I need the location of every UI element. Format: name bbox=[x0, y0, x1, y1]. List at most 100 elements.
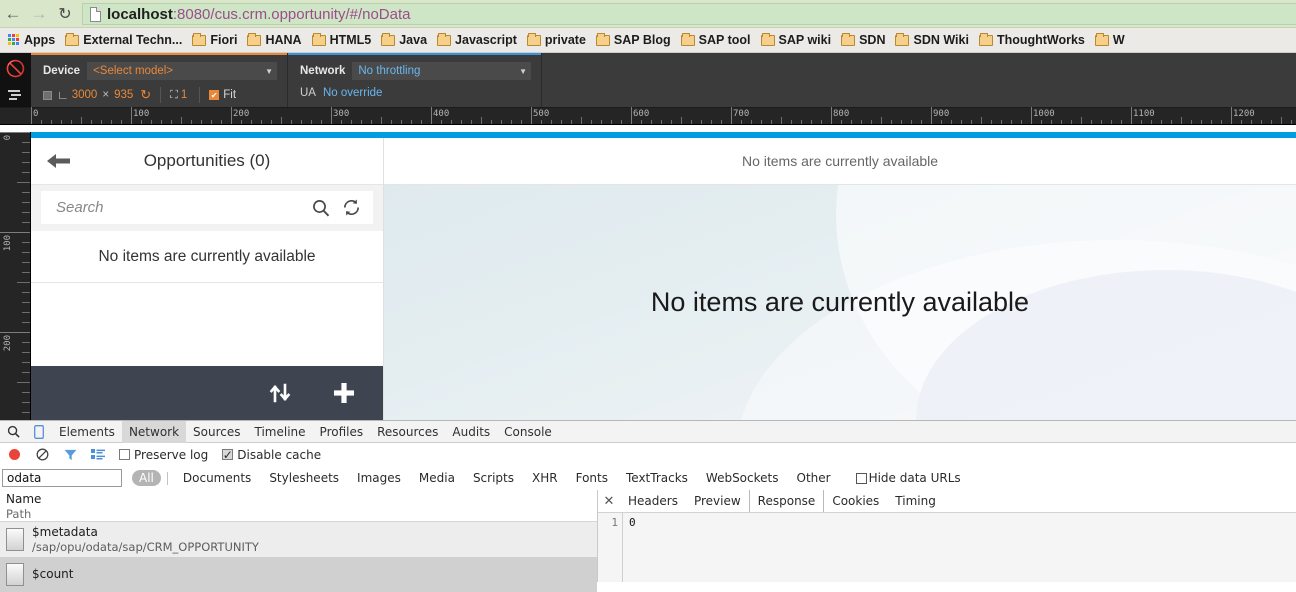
search-input[interactable]: Search bbox=[56, 199, 301, 216]
fit-checkbox[interactable]: ✔ bbox=[209, 90, 219, 100]
forward-arrow-icon[interactable]: → bbox=[26, 0, 52, 28]
filter-input[interactable] bbox=[2, 469, 122, 487]
close-icon[interactable]: ✕ bbox=[598, 494, 620, 509]
ruler-tick bbox=[0, 232, 30, 233]
request-list-header[interactable]: Name Path bbox=[0, 490, 597, 522]
tab-elements[interactable]: Elements bbox=[52, 421, 122, 443]
throttling-value: No throttling bbox=[358, 65, 420, 77]
tab-sources[interactable]: Sources bbox=[186, 421, 247, 443]
bookmark-item[interactable]: Fiori bbox=[188, 33, 243, 47]
type-filter-xhr[interactable]: XHR bbox=[523, 471, 567, 485]
search-bar[interactable]: Search bbox=[41, 191, 373, 224]
tab-cookies[interactable]: Cookies bbox=[824, 490, 887, 512]
tab-headers[interactable]: Headers bbox=[620, 490, 686, 512]
back-arrow-icon[interactable] bbox=[31, 151, 85, 171]
type-filter-fonts[interactable]: Fonts bbox=[567, 471, 617, 485]
bookmark-item[interactable]: Java bbox=[377, 33, 433, 47]
ruler-tick bbox=[22, 402, 30, 403]
record-icon[interactable] bbox=[9, 449, 20, 460]
filter-icon[interactable] bbox=[57, 449, 83, 461]
bookmark-item[interactable]: SAP wiki bbox=[757, 33, 838, 47]
url-host: localhost bbox=[107, 6, 173, 23]
ruler-tick bbox=[871, 120, 872, 124]
rotate-icon[interactable]: ↻ bbox=[140, 87, 151, 103]
preserve-log-checkbox[interactable]: Preserve log bbox=[119, 448, 208, 462]
ruler-tick bbox=[291, 120, 292, 124]
bookmark-item[interactable]: External Techn... bbox=[61, 33, 188, 47]
disable-cache-checkbox[interactable]: ✓ Disable cache bbox=[222, 448, 321, 462]
network-lines-icon[interactable] bbox=[8, 89, 24, 101]
table-row[interactable]: $count bbox=[0, 557, 597, 592]
bookmark-item[interactable]: HANA bbox=[243, 33, 307, 47]
ruler-tick-label: 0 bbox=[31, 109, 38, 119]
viewport-height[interactable]: 935 bbox=[114, 89, 133, 101]
chevron-down-icon: ▼ bbox=[519, 67, 527, 76]
bookmark-apps[interactable]: Apps bbox=[0, 33, 61, 47]
tab-preview[interactable]: Preview bbox=[686, 490, 749, 512]
tab-response[interactable]: Response bbox=[749, 490, 825, 512]
tab-console[interactable]: Console bbox=[497, 421, 559, 443]
type-filter-all[interactable]: All bbox=[132, 470, 161, 486]
table-row[interactable]: $metadata /sap/opu/odata/sap/CRM_OPPORTU… bbox=[0, 522, 597, 557]
search-icon[interactable] bbox=[311, 198, 331, 218]
type-filter-media[interactable]: Media bbox=[410, 471, 464, 485]
clear-icon[interactable] bbox=[29, 448, 55, 461]
ruler-tick-label: 1200 bbox=[1231, 109, 1255, 119]
zoom-value[interactable]: 1 bbox=[181, 89, 187, 101]
device-model-select[interactable]: <Select model> ▼ bbox=[87, 62, 277, 80]
ruler-tick bbox=[71, 120, 72, 124]
request-path: /sap/opu/odata/sap/CRM_OPPORTUNITY bbox=[32, 540, 259, 554]
tab-timing[interactable]: Timing bbox=[887, 490, 944, 512]
address-bar[interactable]: localhost:8080/cus.crm.opportunity/#/noD… bbox=[82, 3, 1296, 25]
dimension-checkbox[interactable] bbox=[43, 91, 52, 100]
ua-label: UA bbox=[300, 87, 316, 99]
tab-resources[interactable]: Resources bbox=[370, 421, 445, 443]
bookmark-item[interactable]: W bbox=[1091, 33, 1131, 47]
ruler-tick bbox=[1071, 120, 1072, 124]
tab-audits[interactable]: Audits bbox=[445, 421, 497, 443]
tab-profiles[interactable]: Profiles bbox=[313, 421, 371, 443]
ruler-tick bbox=[901, 120, 902, 124]
type-filter-scripts[interactable]: Scripts bbox=[464, 471, 523, 485]
no-throttle-icon[interactable]: 🚫 bbox=[6, 59, 26, 79]
url-path: :8080/cus.crm.opportunity/#/noData bbox=[173, 6, 411, 23]
list-view-icon[interactable] bbox=[85, 449, 111, 460]
inspect-icon[interactable] bbox=[0, 425, 26, 438]
bookmark-item[interactable]: HTML5 bbox=[308, 33, 378, 47]
ruler-tick bbox=[351, 120, 352, 124]
type-filter-images[interactable]: Images bbox=[348, 471, 410, 485]
refresh-icon[interactable] bbox=[341, 197, 362, 218]
bookmark-label: SDN Wiki bbox=[913, 33, 968, 47]
type-filter-other[interactable]: Other bbox=[788, 471, 840, 485]
ruler-tick bbox=[191, 120, 192, 124]
tab-timeline[interactable]: Timeline bbox=[248, 421, 313, 443]
ruler-tick-label: 1100 bbox=[1131, 109, 1155, 119]
throttling-select[interactable]: No throttling ▼ bbox=[352, 62, 531, 80]
bookmark-item[interactable]: SDN Wiki bbox=[891, 33, 974, 47]
ruler-tick bbox=[101, 120, 102, 124]
ruler-tick bbox=[691, 120, 692, 124]
ruler-tick bbox=[22, 152, 30, 153]
dimension-icon: ∟ bbox=[57, 88, 69, 102]
tab-network[interactable]: Network bbox=[122, 421, 186, 443]
ruler-tick bbox=[1281, 117, 1282, 124]
type-filter-stylesheets[interactable]: Stylesheets bbox=[260, 471, 348, 485]
ua-value[interactable]: No override bbox=[323, 87, 382, 99]
bookmark-item[interactable]: SDN bbox=[837, 33, 891, 47]
type-filter-documents[interactable]: Documents bbox=[174, 471, 260, 485]
bookmark-item[interactable]: private bbox=[523, 33, 592, 47]
bookmark-item[interactable]: SAP Blog bbox=[592, 33, 677, 47]
back-arrow-icon[interactable]: ← bbox=[0, 0, 26, 28]
hide-data-urls-checkbox[interactable]: Hide data URLs bbox=[856, 471, 961, 485]
type-filter-texttracks[interactable]: TextTracks bbox=[617, 471, 697, 485]
bookmark-item[interactable]: Javascript bbox=[433, 33, 523, 47]
sort-icon[interactable] bbox=[263, 376, 297, 410]
device-toggle-icon[interactable] bbox=[26, 425, 52, 439]
bookmark-item[interactable]: ThoughtWorks bbox=[975, 33, 1091, 47]
reload-icon[interactable]: ↻ bbox=[52, 0, 78, 28]
bookmark-item[interactable]: SAP tool bbox=[677, 33, 757, 47]
add-icon[interactable] bbox=[327, 376, 361, 410]
viewport-width[interactable]: 3000 bbox=[72, 89, 98, 101]
type-filter-websockets[interactable]: WebSockets bbox=[697, 471, 788, 485]
ruler-tick bbox=[751, 120, 752, 124]
